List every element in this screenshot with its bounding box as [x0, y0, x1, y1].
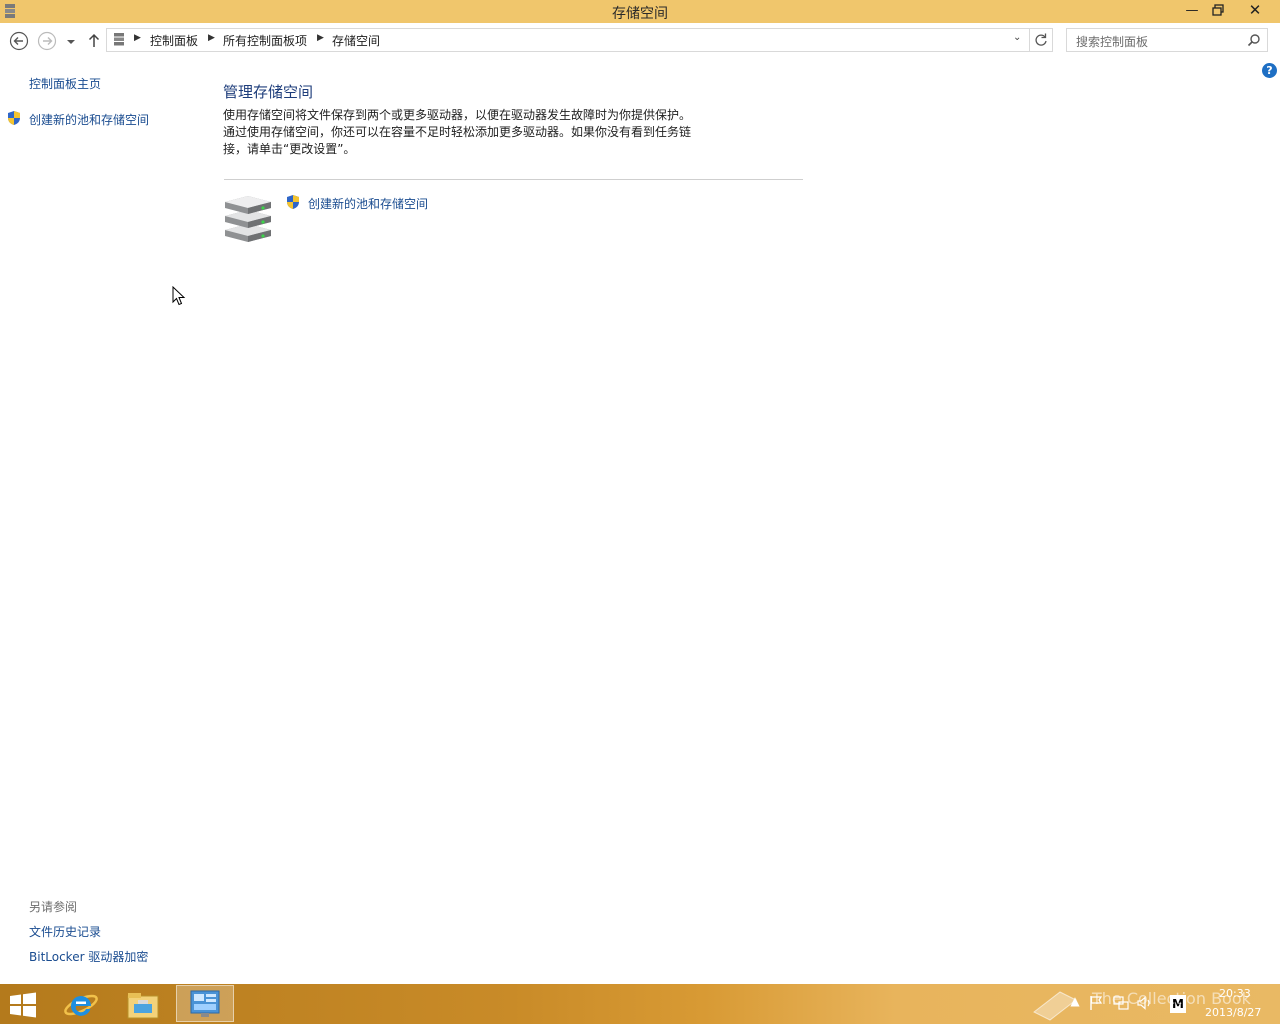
windows-start-icon[interactable]: [8, 992, 38, 1018]
clock-time[interactable]: 20:33: [1219, 987, 1251, 1000]
description-line: 使用存储空间将文件保存到两个或更多驱动器，以便在驱动器发生故障时为你提供保护。: [223, 108, 692, 122]
help-icon[interactable]: ?: [1262, 63, 1277, 78]
address-bar[interactable]: ▶ 控制面板 ▶ 所有控制面板项 ▶ 存储空间 ⌄: [106, 28, 1030, 52]
control-panel-icon: [190, 990, 220, 1017]
page-title: 管理存储空间: [223, 83, 314, 101]
taskbar: ▲ M: [0, 984, 1280, 1024]
breadcrumb-separator-icon[interactable]: ▶: [208, 33, 215, 43]
uac-shield-icon: [8, 111, 20, 125]
refresh-icon: [1035, 33, 1047, 46]
bitlocker-link[interactable]: BitLocker 驱动器加密: [29, 948, 148, 965]
control-panel-location-icon: [114, 33, 124, 46]
uac-shield-icon: [287, 195, 299, 209]
address-dropdown-icon[interactable]: ⌄: [1013, 32, 1021, 43]
control-panel-home-link[interactable]: 控制面板主页: [29, 75, 101, 92]
close-button[interactable]: ✕: [1232, 0, 1278, 21]
forward-icon[interactable]: [37, 31, 57, 51]
search-icon[interactable]: [1247, 33, 1261, 47]
breadcrumb-separator-icon[interactable]: ▶: [317, 33, 324, 43]
minimize-button[interactable]: —: [1180, 0, 1204, 21]
file-history-link[interactable]: 文件历史记录: [29, 923, 101, 940]
create-pool-left-link[interactable]: 创建新的池和存储空间: [29, 111, 149, 128]
restore-button[interactable]: [1206, 0, 1230, 21]
back-icon[interactable]: [9, 31, 29, 51]
breadcrumb-separator-icon[interactable]: ▶: [134, 33, 141, 43]
see-also-header: 另请参阅: [29, 900, 78, 914]
file-explorer-icon[interactable]: [124, 988, 162, 1022]
breadcrumb-all-items[interactable]: 所有控制面板项: [223, 32, 307, 49]
divider: [224, 179, 803, 180]
search-placeholder: 搜索控制面板: [1076, 35, 1149, 49]
description-line: 接，请单击“更改设置”。: [223, 142, 356, 156]
create-pool-link[interactable]: 创建新的池和存储空间: [308, 195, 428, 212]
restore-icon: [1212, 4, 1224, 16]
internet-explorer-icon[interactable]: [62, 988, 100, 1022]
tray-overflow-icon[interactable]: ▲: [1066, 994, 1084, 1012]
title-bar: 存储空间 — ✕: [0, 0, 1280, 23]
mouse-cursor-icon: [172, 286, 186, 306]
storage-drives-icon: [225, 196, 271, 242]
navigation-bar: ▶ 控制面板 ▶ 所有控制面板项 ▶ 存储空间 ⌄ 搜索控制面板: [0, 23, 1280, 57]
description-line: 通过使用存储空间，你还可以在容量不足时轻松添加更多驱动器。如果你没有看到任务链: [223, 125, 692, 139]
up-icon[interactable]: [86, 31, 102, 51]
recent-locations-chevron-icon[interactable]: [64, 31, 78, 51]
refresh-button[interactable]: [1030, 28, 1053, 52]
window-title: 存储空间: [612, 6, 668, 22]
search-input[interactable]: 搜索控制面板: [1066, 28, 1268, 52]
clock-date[interactable]: 2013/8/27: [1205, 1006, 1261, 1019]
breadcrumb-storage-spaces[interactable]: 存储空间: [332, 32, 380, 49]
control-panel-taskbar-button[interactable]: [176, 985, 234, 1022]
breadcrumb-control-panel[interactable]: 控制面板: [150, 32, 198, 49]
page-description: 使用存储空间将文件保存到两个或更多驱动器，以便在驱动器发生故障时为你提供保护。 …: [223, 107, 703, 158]
